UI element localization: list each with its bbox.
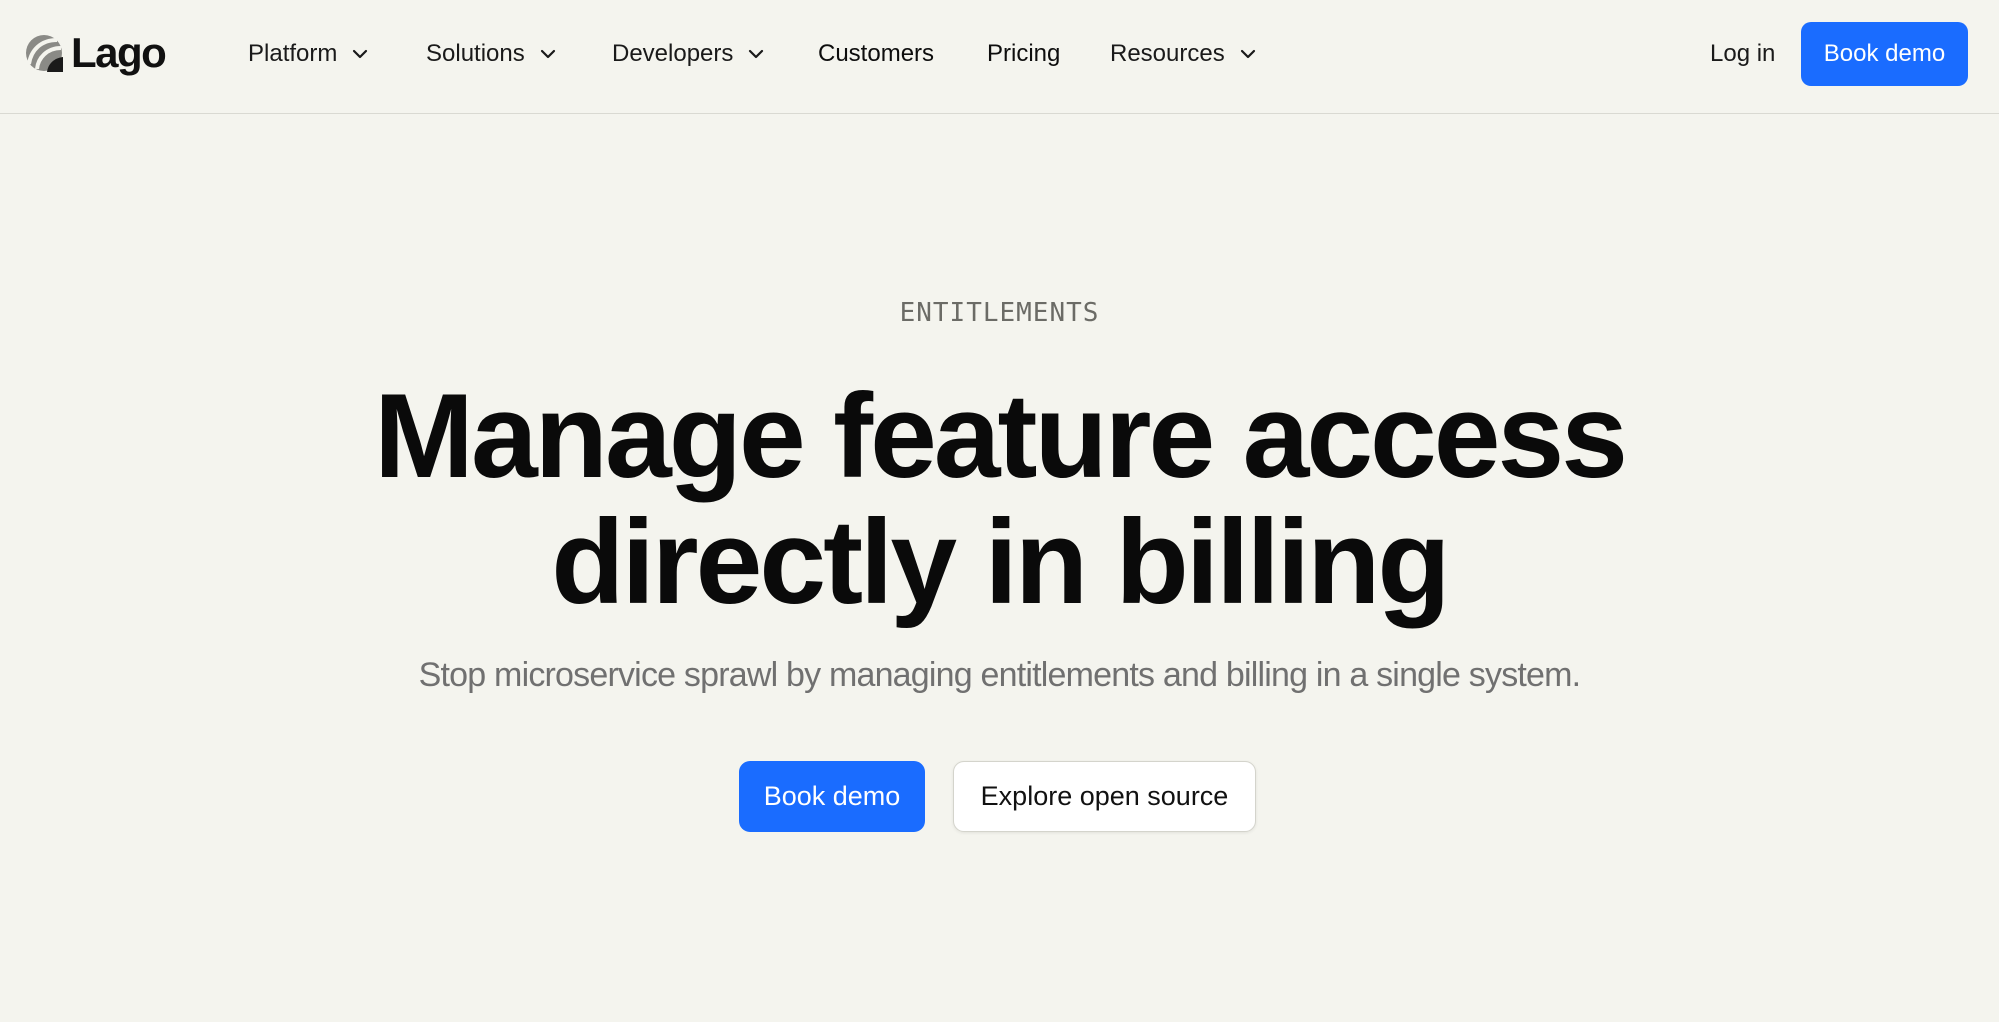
explore-open-source-button[interactable]: Explore open source — [953, 761, 1256, 832]
hero-subhead: Stop microservice sprawl by managing ent… — [418, 656, 1581, 694]
chevron-down-icon — [353, 49, 368, 59]
hero-headline-line-2: directly in billing — [551, 495, 1450, 629]
chevron-down-icon — [1240, 49, 1255, 59]
nav-item-label: Developers — [612, 40, 734, 67]
nav-item-label: Pricing — [987, 40, 1061, 67]
hero-book-demo-button[interactable]: Book demo — [739, 761, 925, 832]
nav-item-solutions[interactable]: Solutions — [426, 36, 557, 72]
nav-item-label: Customers — [818, 40, 935, 67]
hero-headline: Manage feature access directly in billin… — [0, 373, 1999, 625]
header-book-demo-button[interactable]: Book demo — [1801, 22, 1968, 86]
nav-item-label: Platform — [248, 40, 338, 67]
nav-item-platform[interactable]: Platform — [248, 36, 369, 72]
main-nav: Platform Solutions Developers Customers … — [0, 0, 1999, 108]
nav-item-developers[interactable]: Developers — [612, 36, 765, 72]
chevron-down-icon — [540, 49, 555, 59]
nav-item-label: Solutions — [426, 40, 525, 67]
nav-item-customers[interactable]: Customers — [818, 36, 934, 72]
hero-headline-line-1: Manage feature access — [373, 369, 1628, 503]
site-header: Lago Platform Solutions Developers Custo… — [0, 0, 1999, 114]
hero-eyebrow: ENTITLEMENTS — [899, 298, 1100, 328]
chevron-down-icon — [749, 49, 764, 59]
login-link[interactable]: Log in — [1710, 36, 1775, 72]
nav-item-label: Resources — [1110, 40, 1225, 67]
nav-item-pricing[interactable]: Pricing — [987, 36, 1060, 72]
nav-item-resources[interactable]: Resources — [1110, 36, 1257, 72]
